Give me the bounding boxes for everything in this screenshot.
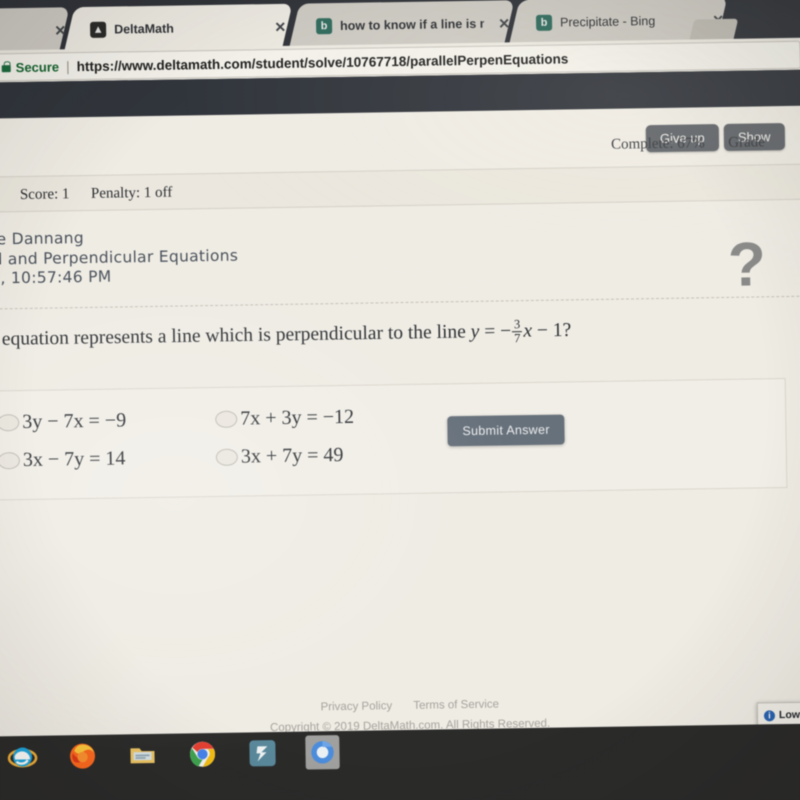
radio-button-c[interactable] [0, 451, 21, 469]
app-brand-logo[interactable]: ath [0, 89, 1, 111]
question-equals: = [484, 321, 496, 343]
taskbar-chrome-icon[interactable] [185, 737, 220, 772]
info-icon: i [763, 709, 776, 721]
privacy-policy-link[interactable]: Privacy Policy [320, 700, 392, 713]
chromium-glyph [311, 741, 334, 764]
question-minus: − [499, 320, 512, 342]
radio-button-a[interactable] [0, 413, 20, 431]
complete-label: Complete: [610, 135, 674, 153]
choice-b-label: 7x + 3y = −12 [240, 405, 355, 430]
blue-app-glyph [249, 740, 276, 767]
assignment-timestamp: Dec 12, 10:57:46 PM [0, 267, 112, 289]
delta-favicon-icon: ▲ [90, 21, 107, 38]
taskbar-icons [5, 735, 340, 775]
toast-header: i Low [763, 707, 800, 723]
choice-c-label: 3x − 7y = 14 [22, 446, 126, 471]
choice-d-label: 3x + 7y = 49 [240, 443, 344, 468]
choice-c[interactable]: 3x − 7y = 14 [0, 445, 216, 471]
taskbar-blue-app-icon[interactable] [245, 736, 280, 771]
chrome-glyph [190, 741, 216, 767]
bing-favicon-icon-2: b [535, 14, 553, 31]
assignment-meta: Jasmine Dannang Parallel and Perpendicul… [0, 227, 239, 290]
url-separator: | [65, 58, 70, 75]
radio-button-d[interactable] [215, 448, 238, 466]
terms-of-service-link[interactable]: Terms of Service [413, 699, 499, 712]
radio-button-b[interactable] [215, 410, 238, 428]
windows-taskbar [0, 723, 800, 800]
choice-a-label: 3y − 7x = −9 [22, 408, 127, 433]
penalty-label: Penalty: [90, 185, 141, 202]
browser-tab-4-title: Precipitate - Bing [559, 14, 656, 30]
answer-choices-card: 3y − 7x = −9 7x + 3y = −12 3x − 7y = 14 … [0, 378, 788, 502]
browser-tab-2-close-icon[interactable]: ✕ [268, 18, 286, 35]
fraction-denominator: 7 [512, 330, 523, 346]
toast-title: Low [778, 708, 800, 722]
choice-b[interactable]: 7x + 3y = −12 [215, 404, 445, 431]
taskbar-file-explorer-icon[interactable] [125, 738, 160, 773]
help-question-mark-icon[interactable]: ? [727, 230, 766, 300]
choices-grid: 3y − 7x = −9 7x + 3y = −12 3x − 7y = 14 … [0, 396, 468, 479]
fraction-numerator: 3 [513, 317, 521, 332]
score-value: 1 [61, 186, 70, 203]
bing-favicon-icon: b [315, 18, 333, 35]
internet-explorer-glyph [7, 747, 38, 768]
dashed-divider [0, 295, 800, 311]
taskbar-firefox-icon[interactable] [65, 739, 100, 774]
file-explorer-glyph [130, 748, 155, 764]
question-text: Which equation represents a line which i… [0, 321, 466, 351]
score-label: Score: [19, 186, 59, 204]
url-text: https://www.deltamath.com/student/solve/… [76, 50, 569, 74]
grade-label: Grade [728, 134, 766, 151]
question-var-x: x [523, 320, 533, 342]
taskbar-chromium-active-icon[interactable] [305, 735, 340, 770]
status-left-group: cord: 2/3 Score: 1 Penalty: 1 off [0, 182, 173, 206]
browser-tab-1-close-icon[interactable]: ✕ [48, 22, 66, 39]
browser-tab-3-close-icon[interactable]: ✕ [492, 15, 510, 32]
choice-a[interactable]: 3y − 7x = −9 [0, 407, 215, 433]
question-var-y: y [470, 321, 480, 343]
page-body: ack Give up Show cord: 2/3 Score: 1 Pena… [0, 105, 800, 781]
submit-answer-button[interactable]: Submit Answer [447, 414, 565, 447]
browser-tab-2-title: DeltaMath [114, 21, 174, 37]
penalty-value: 1 off [143, 184, 173, 202]
firefox-glyph [70, 743, 96, 769]
question-fraction: 37 [512, 317, 523, 346]
lock-icon [1, 64, 11, 72]
complete-value: 67% [677, 135, 705, 152]
browser-tab-3-title: how to know if a line is n [339, 16, 485, 33]
choice-d[interactable]: 3x + 7y = 49 [215, 442, 446, 469]
question-tail: − 1? [536, 319, 572, 342]
taskbar-internet-explorer-icon[interactable] [5, 740, 40, 775]
photo-of-screen: ATWRIGHT | ✕ ▲ DeltaMath ✕ b how to know… [0, 0, 800, 800]
screen-content: ATWRIGHT | ✕ ▲ DeltaMath ✕ b how to know… [0, 0, 800, 800]
secure-label: Secure [15, 58, 60, 75]
status-right-group: Complete: 67% Grade [611, 134, 765, 153]
question-prompt: Which equation represents a line which i… [0, 313, 800, 354]
